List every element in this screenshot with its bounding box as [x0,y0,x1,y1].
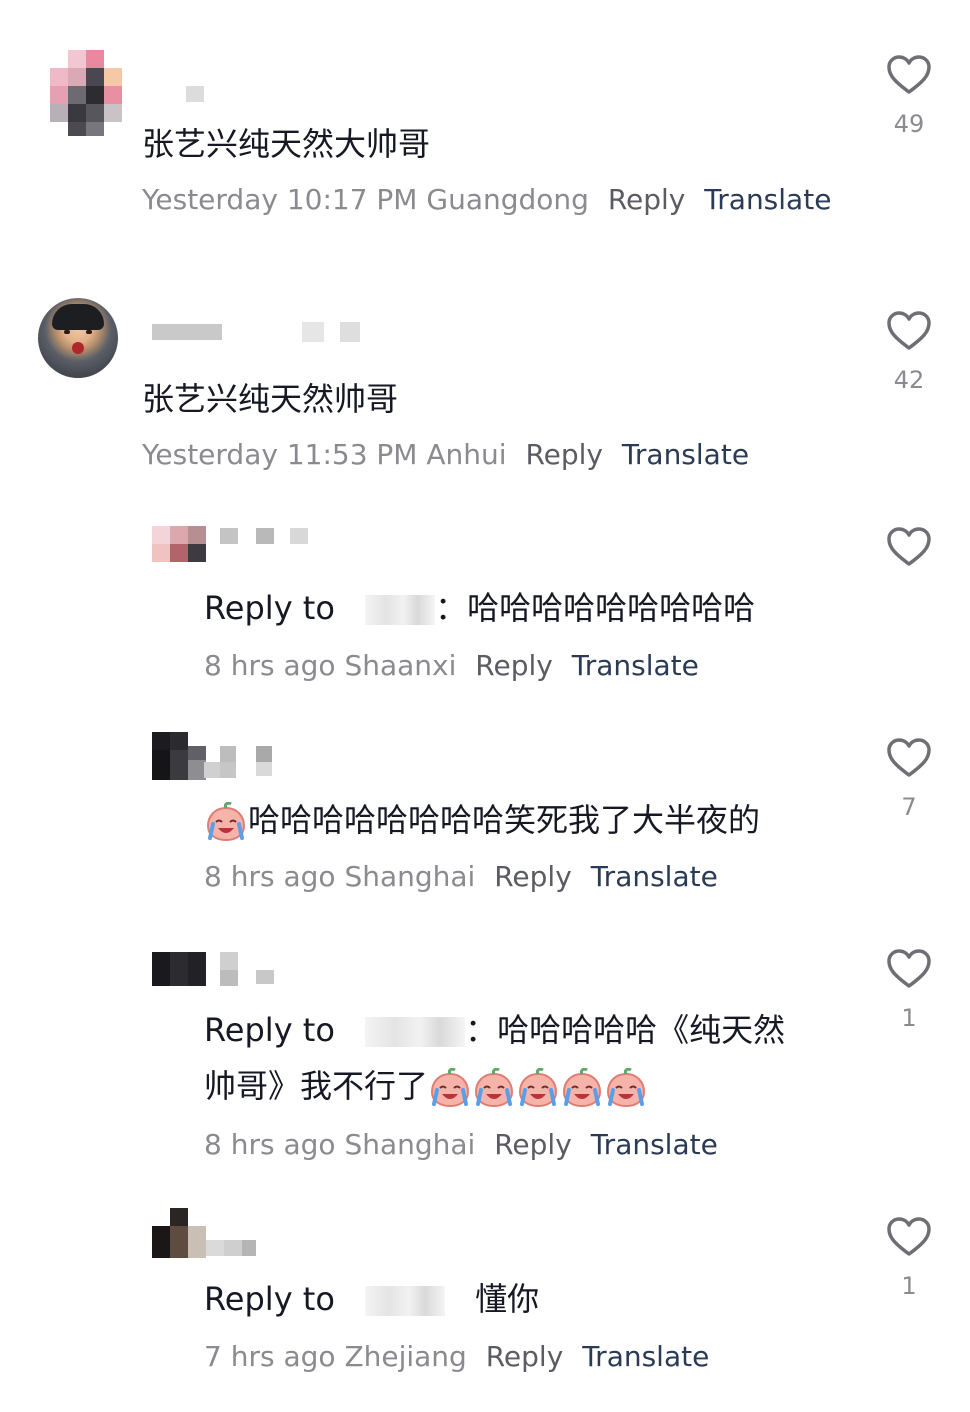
avatar[interactable] [38,298,118,378]
mentioned-user-blurred[interactable] [365,1286,446,1316]
like-count: 1 [901,1272,917,1300]
like-button[interactable] [880,526,938,582]
like-button[interactable]: 1 [880,948,938,1032]
reply-to-label: Reply to [204,1011,335,1049]
translate-button[interactable]: Translate [572,649,699,682]
username-blurred[interactable] [206,1240,256,1256]
reply-button[interactable]: Reply [486,1340,564,1373]
like-button[interactable]: 42 [880,310,938,394]
heart-icon [887,311,931,350]
heart-icon [887,949,931,988]
username-blurred[interactable] [186,86,204,102]
avatar-pixelated[interactable] [152,526,206,562]
translate-button[interactable]: Translate [582,1340,709,1373]
reply-text: 哈哈哈哈哈哈哈哈哈 [467,589,756,627]
comment-location: Shaanxi [344,649,457,682]
crying-laughing-peach-emoji [428,1068,472,1108]
like-count: 7 [901,793,917,821]
like-button[interactable]: 1 [880,1216,938,1300]
reply-text: 哈哈哈哈哈哈哈哈笑死我了大半夜的 [248,801,761,839]
like-button[interactable]: 49 [880,54,938,138]
reply-button[interactable]: Reply [525,438,603,471]
avatar-pixelated[interactable] [152,952,206,986]
colon: ： [435,589,468,627]
mentioned-user-blurred[interactable] [365,1017,466,1047]
username-blurred[interactable] [220,528,310,544]
heart-icon [887,738,931,777]
crying-laughing-peach-emoji [516,1068,560,1108]
like-count: 42 [893,366,925,394]
translate-button[interactable]: Translate [591,860,718,893]
reply-button[interactable]: Reply [494,860,572,893]
translate-button[interactable]: Translate [704,183,831,216]
reply-text: 懂你 [475,1280,540,1318]
comment-text: 张艺兴纯天然大帅哥 [142,125,431,163]
comment-time: 8 hrs ago [204,860,336,893]
crying-laughing-peach-emoji [472,1068,516,1108]
heart-icon [887,55,931,94]
crying-laughing-peach-emoji [204,802,248,842]
reply-to-label: Reply to [204,1280,335,1318]
avatar-pixelated[interactable] [50,50,122,136]
comment-meta: 7 hrs ago Zhejiang Reply Translate [204,1339,709,1375]
comment-time: Yesterday 10:17 PM [142,183,418,216]
comment-time: Yesterday 11:53 PM [142,438,418,471]
mentioned-user-blurred[interactable] [365,595,436,625]
comment-text-line2: 帅哥》我不行了 [204,1064,648,1108]
comment-location: Shanghai [344,860,476,893]
translate-button[interactable]: Translate [591,1128,718,1161]
username-blurred[interactable] [204,746,274,780]
comment-text: Reply to ：哈哈哈哈哈《纯天然 [204,1008,785,1052]
comment-text: 哈哈哈哈哈哈哈哈笑死我了大半夜的 [204,798,760,842]
comment-meta: 8 hrs ago Shaanxi Reply Translate [204,648,699,684]
reply-text-line2: 帅哥》我不行了 [204,1067,429,1105]
like-count: 49 [893,110,925,138]
comment-text: Reply to 懂你 [204,1277,539,1321]
comment-time: 7 hrs ago [204,1340,336,1373]
comment-location: Zhejiang [344,1340,467,1373]
colon: ： [465,1011,498,1049]
reply-to-label: Reply to [204,589,335,627]
translate-button[interactable]: Translate [622,438,749,471]
comment-location: Anhui [426,438,507,471]
reply-button[interactable]: Reply [494,1128,572,1161]
crying-laughing-peach-emoji [560,1068,604,1108]
like-button[interactable]: 7 [880,737,938,821]
heart-icon [887,1217,931,1256]
comment-meta: 8 hrs ago Shanghai Reply Translate [204,1127,718,1163]
reply-button[interactable]: Reply [475,649,553,682]
avatar-pixelated[interactable] [152,732,206,780]
comment-text: Reply to ：哈哈哈哈哈哈哈哈哈 [204,586,755,630]
reply-button[interactable]: Reply [608,183,686,216]
comment-time: 8 hrs ago [204,649,336,682]
comment-meta: 8 hrs ago Shanghai Reply Translate [204,859,718,895]
crying-laughing-peach-emoji [604,1068,648,1108]
avatar-pixelated[interactable] [152,1208,206,1258]
username-blurred[interactable] [220,952,274,986]
comment-time: 8 hrs ago [204,1128,336,1161]
reply-text-line1: 哈哈哈哈哈《纯天然 [497,1011,786,1049]
comment-meta: Yesterday 11:53 PM Anhui Reply Translate [142,437,749,473]
username-blurred[interactable] [152,322,362,344]
heart-icon [887,527,931,566]
comment-location: Guangdong [426,183,589,216]
comment-text: 张艺兴纯天然帅哥 [142,380,399,418]
like-count: 1 [901,1004,917,1032]
comment-location: Shanghai [344,1128,476,1161]
comment-meta: Yesterday 10:17 PM Guangdong Reply Trans… [142,182,831,218]
